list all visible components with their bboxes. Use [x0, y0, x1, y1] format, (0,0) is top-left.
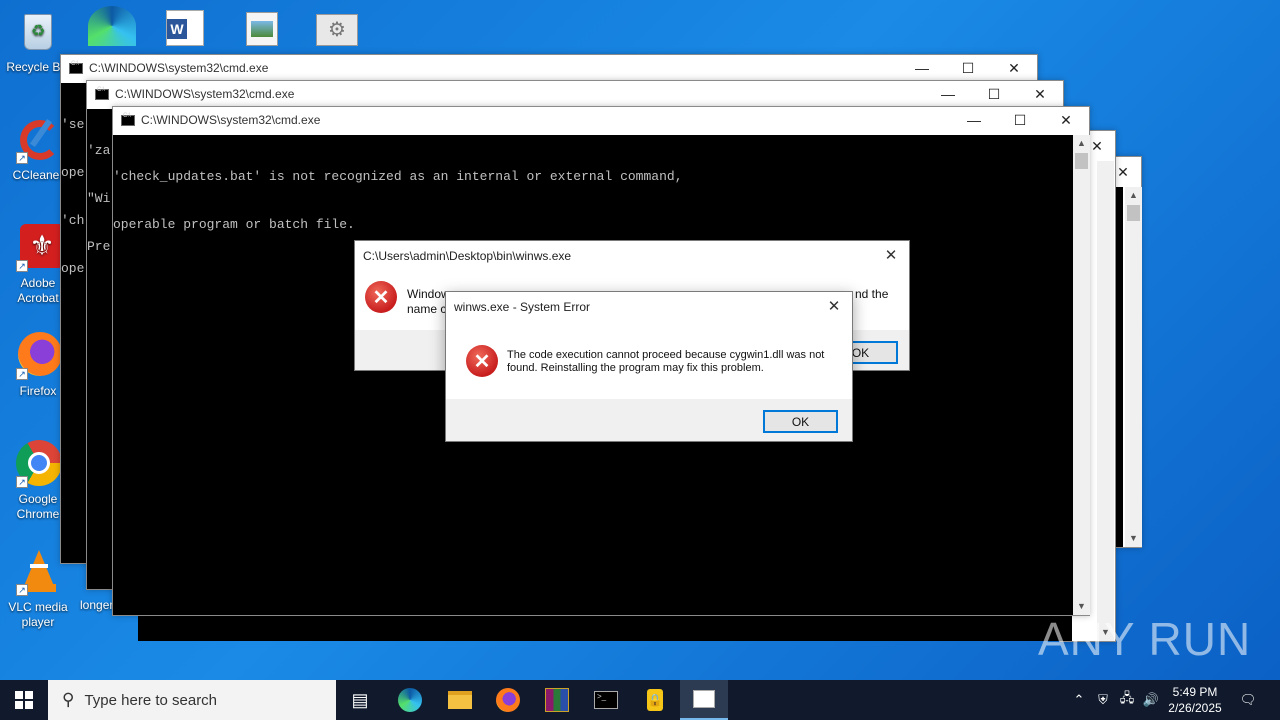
winrar-taskbar-icon[interactable] [533, 680, 581, 720]
security-tray-icon[interactable]: ⛨ [1092, 680, 1114, 720]
windows-logo-icon [15, 691, 33, 709]
network-icon[interactable]: 🖧 [1116, 680, 1138, 720]
task-view-icon[interactable]: ▤ [336, 680, 384, 720]
close-button[interactable]: ✕ [991, 55, 1037, 81]
dialog-message-right: nd the [855, 287, 889, 301]
close-button[interactable]: ✕ [1017, 81, 1063, 107]
active-app-taskbar-icon[interactable] [680, 680, 728, 720]
scroll-thumb[interactable] [1075, 153, 1088, 169]
notifications-icon[interactable]: 🗨 [1232, 680, 1264, 720]
start-button[interactable] [0, 680, 48, 720]
minimize-button[interactable]: — [951, 107, 997, 133]
taskbar: ⚲ Type here to search ▤ >_ 🔒 ⌃ ⛨ 🖧 🔊 5:4… [0, 680, 1280, 720]
search-placeholder: Type here to search [84, 691, 218, 709]
cmd-window-back-bottom [138, 616, 1072, 641]
shortcut-arrow-icon: ↗ [16, 476, 28, 488]
shortcut-arrow-icon: ↗ [16, 260, 28, 272]
dialog-message-left: Window [407, 287, 450, 301]
search-icon: ⚲ [62, 690, 75, 709]
acrobat-icon: ⚜ ↗ [14, 224, 64, 272]
desktop-icon-label-longer[interactable]: longer [80, 598, 113, 612]
clock-date: 2/26/2025 [1168, 701, 1222, 715]
maximize-button[interactable]: ☐ [971, 81, 1017, 107]
cmd-icon [121, 113, 135, 126]
clock[interactable]: 5:49 PM 2/26/2025 [1162, 680, 1228, 720]
minimize-button[interactable]: — [899, 55, 945, 81]
dialog-title: winws.exe - System Error [454, 300, 591, 314]
watermark: ANY RUN [1038, 613, 1252, 665]
console-line: operable program or batch file. [113, 217, 355, 232]
maximize-button[interactable]: ☐ [945, 55, 991, 81]
desktop-icon-label: Adobe Acrobat [17, 276, 59, 305]
ok-button[interactable]: OK [763, 410, 838, 433]
window-title: C:\WINDOWS\system32\cmd.exe [115, 87, 295, 101]
cmd-icon [69, 61, 83, 74]
word-desktop-icon[interactable]: W [166, 10, 204, 46]
error-icon: ✕ [466, 345, 498, 377]
window-title: C:\WINDOWS\system32\cmd.exe [141, 113, 321, 127]
taskbar-search[interactable]: ⚲ Type here to search [48, 680, 336, 720]
error-icon: ✕ [365, 281, 397, 313]
close-icon[interactable]: ✕ [822, 294, 846, 318]
firefox-icon: ↗ [14, 332, 62, 380]
chrome-icon: ↗ [14, 440, 62, 488]
lock-app-taskbar-icon[interactable]: 🔒 [631, 680, 679, 720]
ccleaner-icon: ↗ [14, 116, 62, 164]
shortcut-arrow-icon: ↗ [16, 584, 28, 596]
maximize-button[interactable]: ☐ [997, 107, 1043, 133]
settings-file-desktop-icon[interactable]: ⚙ [316, 14, 358, 46]
close-button[interactable]: ✕ [1043, 107, 1089, 133]
cmd-icon [95, 87, 109, 100]
console-line: 'check_updates.bat' is not recognized as… [113, 169, 683, 184]
window-title: C:\WINDOWS\system32\cmd.exe [89, 61, 269, 75]
vertical-scrollbar[interactable]: ▲ ▼ [1125, 187, 1142, 547]
shortcut-arrow-icon: ↗ [16, 368, 28, 380]
show-hidden-icons-icon[interactable]: ⌃ [1068, 680, 1090, 720]
dialog-message: The code execution cannot proceed becaus… [507, 349, 825, 374]
image-file-desktop-icon[interactable] [246, 12, 278, 46]
desktop-icon-label: Google Chrome [16, 492, 60, 521]
firefox-taskbar-icon[interactable] [484, 680, 532, 720]
scroll-up-icon[interactable]: ▲ [1073, 135, 1090, 152]
close-icon[interactable]: ✕ [879, 243, 903, 267]
edge-desktop-icon[interactable] [88, 6, 136, 46]
desktop-icon-label: VLC media player [8, 600, 68, 629]
cmd-taskbar-icon[interactable]: >_ [582, 680, 630, 720]
recycle-bin-icon: ♻ [14, 8, 62, 56]
edge-taskbar-icon[interactable] [386, 680, 434, 720]
vertical-scrollbar[interactable]: ▼ [1097, 161, 1114, 641]
shortcut-arrow-icon: ↗ [16, 152, 28, 164]
system-error-dialog[interactable]: winws.exe - System Error ✕ ✕ The code ex… [445, 291, 853, 442]
vlc-icon: ↗ [14, 548, 62, 596]
dialog-title: C:\Users\admin\Desktop\bin\winws.exe [363, 249, 572, 263]
clock-time: 5:49 PM [1172, 685, 1218, 699]
volume-icon[interactable]: 🔊 [1140, 680, 1162, 720]
minimize-button[interactable]: — [925, 81, 971, 107]
file-explorer-icon[interactable] [436, 680, 484, 720]
dialog-message-line2: name c [407, 302, 447, 316]
vertical-scrollbar[interactable]: ▲ ▼ [1073, 135, 1090, 615]
